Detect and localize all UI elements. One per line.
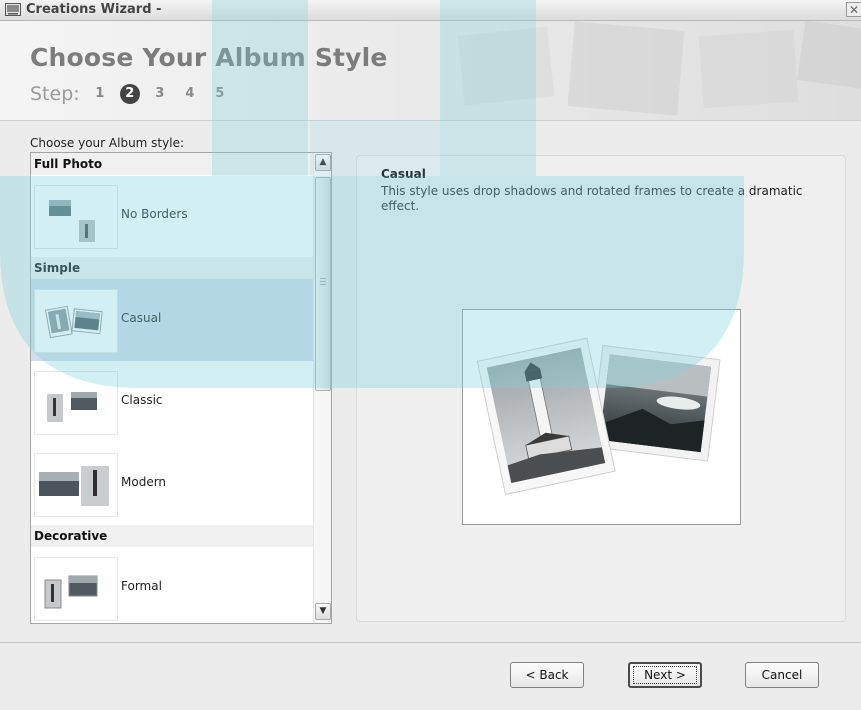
chevron-down-icon: ▼ xyxy=(319,606,327,616)
scroll-up-button[interactable]: ▲ xyxy=(315,154,331,171)
focus-rect xyxy=(633,666,697,684)
step-3: 3 xyxy=(155,86,165,101)
casual-thumbnail xyxy=(34,289,118,353)
style-list-scrollbar[interactable]: ▲ ▼ xyxy=(313,153,331,623)
formal-thumbnail xyxy=(34,557,118,621)
footer-bar xyxy=(0,643,861,710)
header-banner: Choose Your Album Style Step: 1 2 3 4 5 xyxy=(0,21,861,120)
group-header-full-photo: Full Photo xyxy=(31,153,313,175)
preview-style-name: Casual xyxy=(381,167,426,181)
scroll-down-button[interactable]: ▼ xyxy=(315,603,331,620)
style-item-classic[interactable]: Classic xyxy=(31,361,313,443)
step-4: 4 xyxy=(185,86,195,101)
style-item-label: Classic xyxy=(121,393,163,407)
banner-decoration xyxy=(457,21,861,116)
preview-description: This style uses drop shadows and rotated… xyxy=(381,184,803,213)
style-item-label: Formal xyxy=(121,579,162,593)
back-button[interactable]: < Back xyxy=(510,662,584,688)
style-preview-panel: Casual This style uses drop shadows and … xyxy=(356,155,846,622)
style-list-caption: Choose your Album style: xyxy=(30,136,185,150)
style-item-modern[interactable]: Modern xyxy=(31,443,313,525)
step-5: 5 xyxy=(215,86,225,101)
chevron-up-icon: ▲ xyxy=(319,157,327,167)
classic-thumbnail xyxy=(34,371,118,435)
style-item-label: Modern xyxy=(121,475,167,489)
close-icon: ✕ xyxy=(848,3,860,17)
style-item-label: No Borders xyxy=(121,207,188,221)
cancel-button[interactable]: Cancel xyxy=(745,662,819,688)
group-header-simple: Simple xyxy=(31,257,313,279)
step-1: 1 xyxy=(95,86,105,101)
style-item-no-borders[interactable]: No Borders xyxy=(31,175,313,257)
steps-label: Step: xyxy=(30,82,80,105)
album-style-list[interactable]: Full Photo No Borders Simple Casual Clas… xyxy=(30,152,332,624)
modern-thumbnail xyxy=(34,453,118,517)
close-button[interactable]: ✕ xyxy=(846,2,861,17)
next-button[interactable]: Next > xyxy=(628,662,702,688)
style-item-casual[interactable]: Casual xyxy=(31,279,313,361)
style-item-label: Casual xyxy=(121,311,162,325)
style-item-formal[interactable]: Formal xyxy=(31,547,313,623)
group-header-decorative: Decorative xyxy=(31,525,313,547)
preview-image xyxy=(462,309,741,525)
header-divider xyxy=(0,120,861,121)
app-icon xyxy=(5,3,21,16)
window-title: Creations Wizard - xyxy=(26,2,162,17)
page-title: Choose Your Album Style xyxy=(30,43,388,72)
step-indicator: Step: 1 2 3 4 5 xyxy=(30,82,230,106)
scroll-thumb[interactable] xyxy=(315,177,331,391)
title-bar: Creations Wizard - ✕ xyxy=(0,0,861,21)
step-2-current: 2 xyxy=(119,83,140,104)
grip-icon xyxy=(320,278,326,286)
no-borders-thumbnail xyxy=(34,185,118,249)
